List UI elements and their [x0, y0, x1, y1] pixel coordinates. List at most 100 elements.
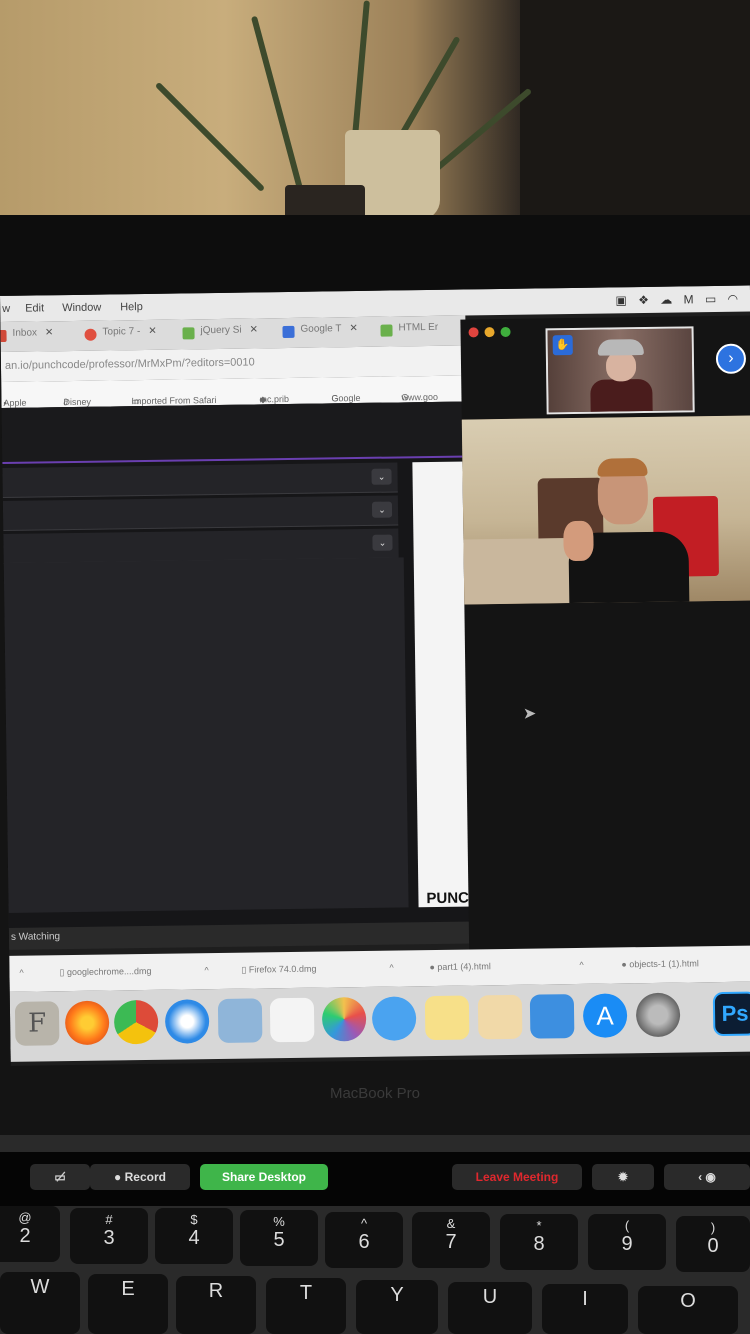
- menu-item-edit[interactable]: Edit: [25, 302, 44, 314]
- key-w[interactable]: W: [0, 1272, 80, 1334]
- key-shift-label: ^: [360, 1216, 368, 1231]
- minimize-window-icon[interactable]: [484, 327, 495, 338]
- key-r[interactable]: R: [176, 1276, 256, 1334]
- chrome-file-icon: ●: [621, 959, 630, 970]
- download-filename: googlechrome....dmg: [66, 965, 152, 978]
- close-icon[interactable]: ✕: [349, 323, 358, 334]
- plant-leaf: [154, 81, 266, 193]
- code-area[interactable]: [3, 557, 409, 913]
- app-store-icon[interactable]: A: [582, 993, 628, 1038]
- gmail-icon: [0, 329, 7, 343]
- participant-thumbnail[interactable]: ✋: [545, 326, 695, 415]
- safari-icon[interactable]: [164, 999, 210, 1044]
- chrome-icon[interactable]: [113, 999, 159, 1045]
- key-e[interactable]: E: [88, 1274, 168, 1334]
- record-button[interactable]: ● Record: [90, 1164, 190, 1190]
- chevron-down-icon[interactable]: ⌄: [371, 501, 393, 518]
- leave-meeting-button[interactable]: Leave Meeting: [452, 1164, 582, 1190]
- key-9[interactable]: (9: [588, 1214, 666, 1270]
- plant-leaf: [250, 15, 306, 201]
- m-icon[interactable]: M: [684, 292, 698, 306]
- key-5[interactable]: % 5: [240, 1210, 318, 1266]
- key-label: 0: [707, 1235, 719, 1257]
- menu-item[interactable]: w: [2, 303, 10, 315]
- chevron-down-icon[interactable]: ⌄: [371, 468, 392, 485]
- font-book-icon[interactable]: F: [14, 1001, 60, 1046]
- messages-icon[interactable]: [371, 996, 417, 1041]
- key-u[interactable]: U: [448, 1282, 532, 1334]
- key-6[interactable]: ^ 6: [325, 1212, 403, 1268]
- notes-icon[interactable]: [424, 995, 470, 1041]
- next-page-button[interactable]: ›: [715, 343, 747, 375]
- key-label: 3: [103, 1227, 115, 1249]
- video-off-button[interactable]: ▭̸: [30, 1164, 90, 1190]
- key-shift-label: %: [273, 1214, 285, 1229]
- cloud-icon[interactable]: ☁: [660, 293, 676, 307]
- screen-icon[interactable]: ▣: [615, 293, 631, 307]
- key-y[interactable]: Y: [356, 1280, 438, 1334]
- chevron-up-icon[interactable]: ^: [389, 963, 393, 973]
- dark-wall: [520, 0, 750, 240]
- key-2[interactable]: @2: [0, 1206, 60, 1262]
- key-label: 9: [621, 1233, 633, 1255]
- keynote-icon[interactable]: [529, 994, 575, 1039]
- key-label: 7: [445, 1231, 457, 1253]
- settings-icon[interactable]: ✹: [592, 1164, 654, 1190]
- active-speaker-video[interactable]: [461, 415, 750, 605]
- reminders-icon[interactable]: [269, 997, 315, 1043]
- key-3[interactable]: #3: [70, 1208, 148, 1264]
- download-item[interactable]: ● part1 (4).html: [429, 961, 491, 972]
- download-filename: objects-1 (1).html: [629, 958, 699, 970]
- key-t[interactable]: T: [266, 1278, 346, 1334]
- mouse-cursor-icon: ➤: [522, 705, 537, 723]
- tab-label: Google T: [300, 323, 342, 335]
- textedit-icon[interactable]: [477, 994, 523, 1040]
- dropbox-icon[interactable]: ❖: [638, 293, 653, 307]
- key-7[interactable]: & 7: [412, 1212, 490, 1268]
- zoom-window: ✋ › ➤: [460, 315, 750, 950]
- bookmark-label: Disney: [63, 396, 92, 408]
- firefox-icon[interactable]: [64, 1000, 110, 1046]
- system-preferences-icon[interactable]: [635, 992, 681, 1038]
- wifi-icon[interactable]: ◠: [728, 292, 743, 306]
- menu-item-window[interactable]: Window: [62, 302, 101, 315]
- key-shift-label: $: [190, 1212, 198, 1227]
- css-panel-header[interactable]: ⌄: [2, 495, 399, 531]
- close-window-icon[interactable]: [468, 327, 479, 338]
- photoshop-icon[interactable]: Ps: [712, 991, 750, 1037]
- chevron-down-icon[interactable]: ⌄: [372, 534, 393, 551]
- download-item[interactable]: ▯ Firefox 74.0.dmg: [241, 964, 316, 976]
- chevron-up-icon[interactable]: ^: [579, 960, 583, 970]
- airplay-icon[interactable]: ▭: [705, 292, 721, 306]
- download-item[interactable]: ● objects-1 (1).html: [621, 958, 699, 969]
- watching-indicator: s Watching: [8, 921, 475, 950]
- chevron-right-icon: ›: [728, 349, 734, 367]
- key-4[interactable]: $4: [155, 1208, 233, 1264]
- photos-icon[interactable]: [321, 996, 367, 1042]
- key-o[interactable]: O: [638, 1286, 738, 1334]
- tab-label: jQuery Si: [200, 324, 242, 337]
- touchbar-controls[interactable]: ‹ ◉: [664, 1164, 750, 1190]
- html-panel-header[interactable]: ⌄: [2, 462, 398, 498]
- close-icon[interactable]: ✕: [148, 326, 157, 337]
- key-label: I: [582, 1288, 588, 1310]
- download-item[interactable]: ▯ googlechrome....dmg: [59, 966, 151, 978]
- chevron-up-icon[interactable]: ^: [204, 965, 208, 975]
- browser-tab[interactable]: HTML Er: [378, 322, 438, 345]
- browser-tab[interactable]: jQuery Si ✕: [180, 324, 258, 347]
- share-desktop-button[interactable]: Share Desktop: [200, 1164, 328, 1190]
- close-icon[interactable]: ✕: [45, 327, 54, 338]
- key-shift-label: ): [710, 1220, 716, 1235]
- key-0[interactable]: ) 0: [676, 1216, 750, 1272]
- browser-tab[interactable]: Inbox ✕: [0, 327, 54, 350]
- close-icon[interactable]: ✕: [250, 324, 259, 335]
- key-i[interactable]: I: [542, 1284, 628, 1334]
- browser-tab[interactable]: Topic 7 - ✕: [82, 326, 157, 349]
- preview-icon[interactable]: [217, 998, 263, 1044]
- key-8[interactable]: * 8: [500, 1214, 578, 1270]
- chevron-up-icon[interactable]: ^: [19, 968, 23, 978]
- menu-item-help[interactable]: Help: [120, 301, 143, 313]
- record-label: Record: [124, 1170, 166, 1184]
- browser-tab[interactable]: Google T ✕: [280, 323, 358, 346]
- maximize-window-icon[interactable]: [500, 326, 511, 338]
